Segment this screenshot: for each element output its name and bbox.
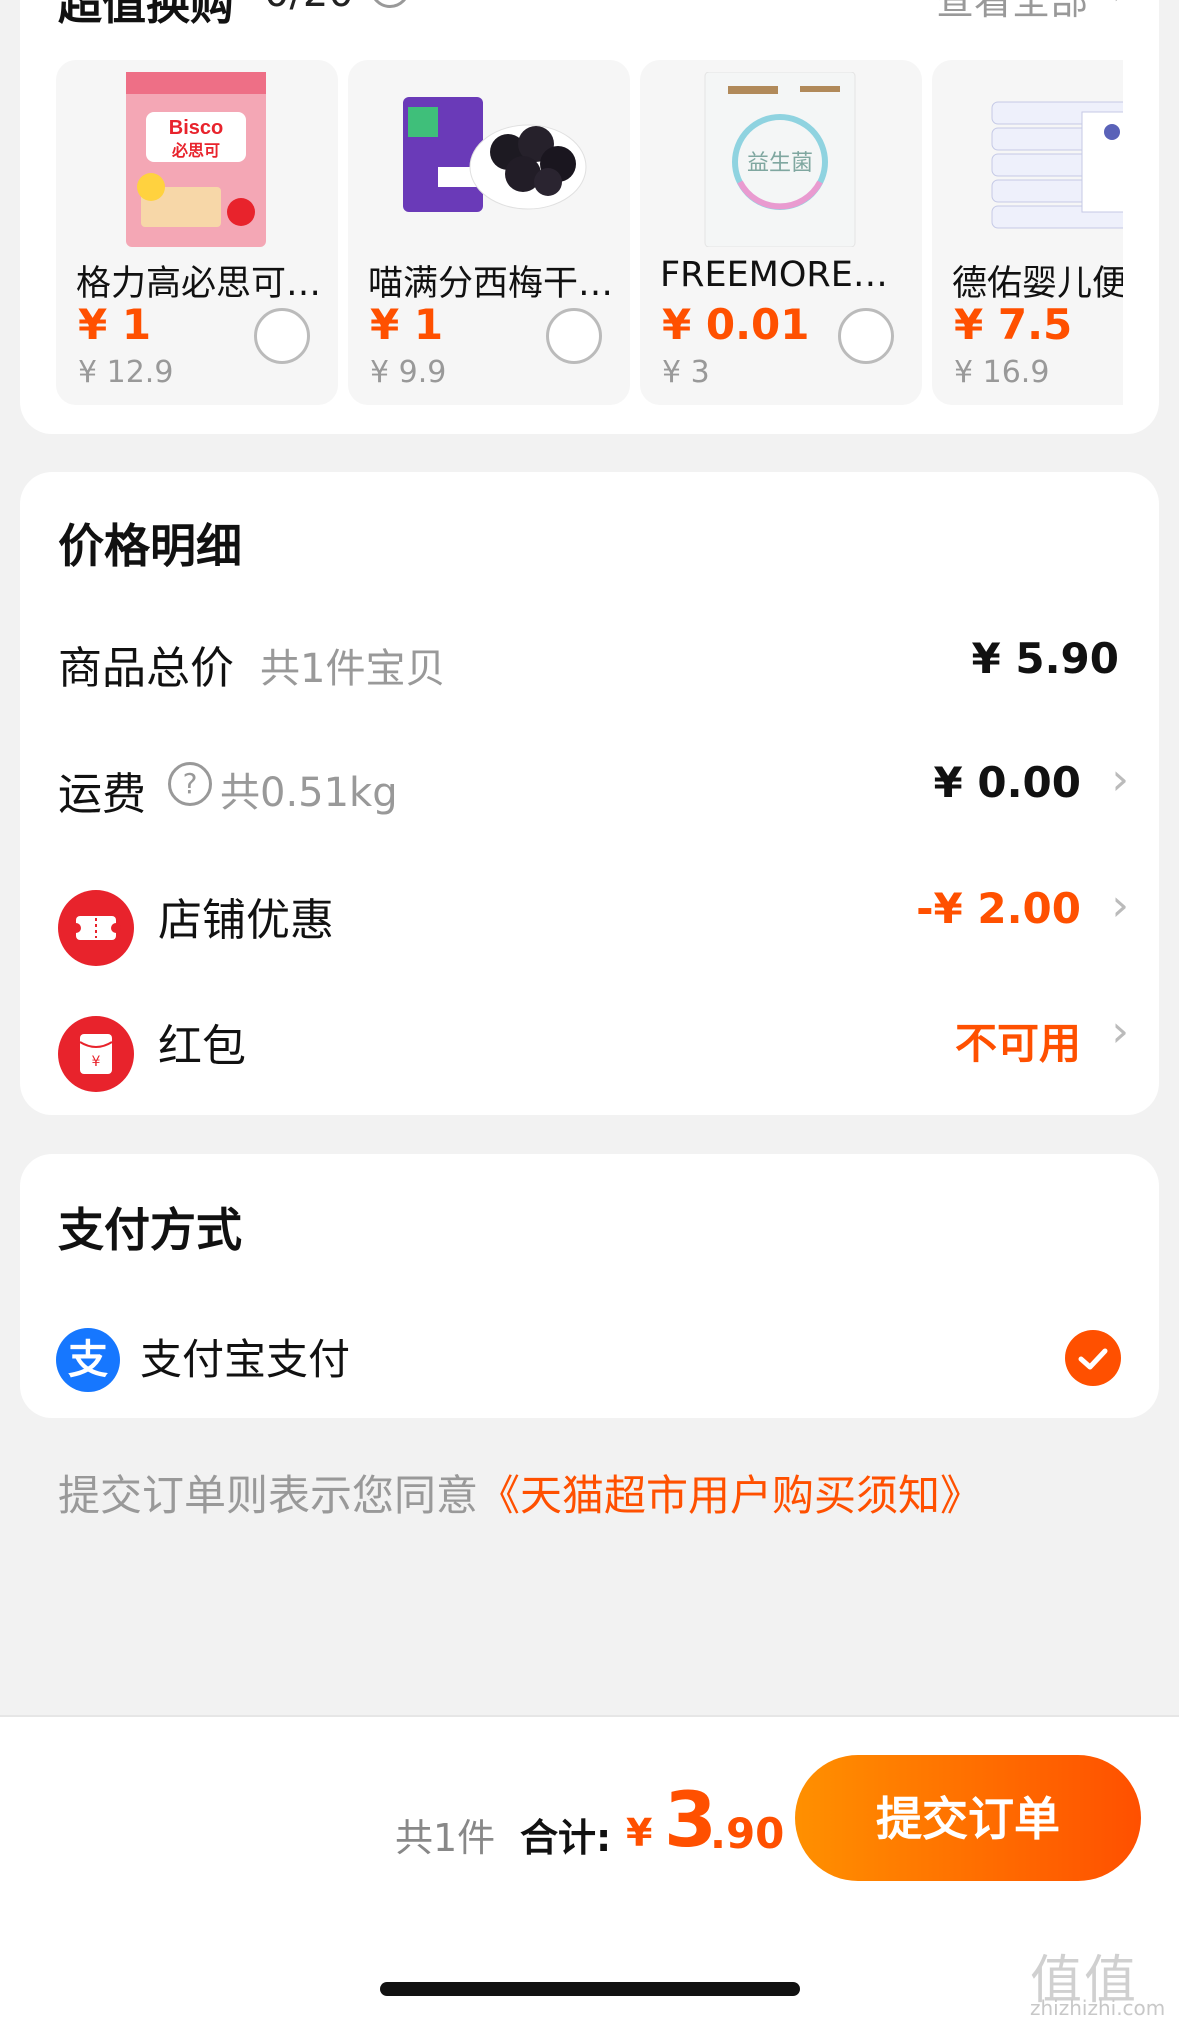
wipes-product-image bbox=[991, 101, 1123, 229]
deal-original-price: ¥ 12.9 bbox=[78, 355, 174, 390]
chevron-right-icon: › bbox=[1111, 754, 1129, 805]
agreement-prefix: 提交订单则表示您同意 bbox=[58, 1471, 479, 1520]
price-detail-title: 价格明细 bbox=[58, 519, 242, 573]
chevron-right-icon: › bbox=[1111, 880, 1129, 931]
subtotal-value: ¥ 5.90 bbox=[971, 634, 1119, 683]
probiotic-product-image: 益生菌 bbox=[704, 72, 856, 247]
deal-price: ¥ 0.01 bbox=[662, 300, 810, 349]
deal-item[interactable]: 喵满分西梅干… ¥ 1 ¥ 9.9 bbox=[348, 60, 630, 405]
red-packet-label: 红包 bbox=[158, 1021, 246, 1072]
deal-original-price: ¥ 9.9 bbox=[370, 355, 447, 390]
agreement-link[interactable]: 《天猫超市用户购买须知》 bbox=[478, 1471, 982, 1520]
alipay-icon: 支 bbox=[56, 1328, 120, 1392]
price-detail-card: 价格明细 商品总价 共1件宝贝 ¥ 5.90 运费 ? 共0.51kg ¥ 0.… bbox=[20, 472, 1159, 1115]
red-packet-icon: ¥ bbox=[58, 1016, 134, 1092]
chevron-right-icon: › bbox=[1111, 1006, 1129, 1057]
payment-card: 支付方式 支 支付宝支付 bbox=[20, 1154, 1159, 1418]
deal-name: FREEMORE… bbox=[660, 255, 888, 295]
svg-text:Bisco: Bisco bbox=[169, 117, 223, 139]
prunes-product-image bbox=[403, 97, 587, 212]
deal-original-price: ¥ 16.9 bbox=[954, 355, 1050, 390]
deal-name: 喵满分西梅干… bbox=[368, 264, 614, 304]
deal-select-radio[interactable] bbox=[254, 308, 310, 364]
red-packet-value: 不可用 bbox=[954, 1019, 1081, 1068]
home-indicator[interactable] bbox=[380, 1982, 800, 1996]
shipping-weight: 共0.51kg bbox=[220, 770, 398, 816]
deal-name: 格力高必思可… bbox=[76, 264, 322, 304]
watermark: 值值值 zhizhizhi.com bbox=[1030, 1938, 1174, 2020]
subtotal-label: 商品总价 bbox=[58, 643, 234, 694]
deal-select-radio[interactable] bbox=[838, 308, 894, 364]
total-decimal: .90 bbox=[710, 1809, 785, 1858]
total-label: 合计: bbox=[520, 1816, 612, 1860]
deal-price: ¥ 1 bbox=[370, 300, 444, 349]
deals-list[interactable]: Bisco 必思可 格力高必思可… ¥ 1 ¥ 12.9 喵满分西梅干… ¥ 1… bbox=[56, 60, 1123, 405]
deals-header: 超值换购 0/20 ? 查看全部 › bbox=[58, 0, 1128, 30]
checkout-page: 超值换购 0/20 ? 查看全部 › Bisco 必思可 格力高必思可… ¥ 1… bbox=[0, 0, 1179, 2020]
deal-item[interactable]: Bisco 必思可 格力高必思可… ¥ 1 ¥ 12.9 bbox=[56, 60, 338, 405]
svg-text:益生菌: 益生菌 bbox=[747, 151, 813, 176]
view-all-link[interactable]: 查看全部 bbox=[936, 0, 1088, 25]
deal-price: ¥ 1 bbox=[78, 300, 152, 349]
help-icon[interactable]: ? bbox=[370, 0, 410, 8]
deal-item[interactable]: 德佑婴儿便 ¥ 7.5 ¥ 16.9 bbox=[932, 60, 1123, 405]
deals-title: 超值换购 bbox=[58, 0, 234, 30]
deals-count: 0/20 bbox=[264, 0, 354, 16]
coupon-icon bbox=[58, 890, 134, 966]
shop-discount-label: 店铺优惠 bbox=[158, 895, 334, 946]
svg-text:¥: ¥ bbox=[92, 1054, 101, 1070]
agreement-text: 提交订单则表示您同意《天猫超市用户购买须知》 bbox=[58, 1462, 982, 1523]
subtotal-item-count: 共1件宝贝 bbox=[260, 646, 446, 692]
submit-order-button[interactable]: 提交订单 bbox=[795, 1755, 1141, 1881]
svg-text:必思可: 必思可 bbox=[171, 141, 220, 160]
deal-select-radio[interactable] bbox=[546, 308, 602, 364]
deal-price: ¥ 7.5 bbox=[954, 300, 1073, 349]
question-icon[interactable]: ? bbox=[168, 762, 212, 806]
shop-discount-value: -¥ 2.00 bbox=[916, 884, 1081, 933]
shipping-label: 运费 bbox=[58, 769, 146, 820]
bisco-product-image: Bisco 必思可 bbox=[126, 72, 266, 247]
total-currency: ¥ bbox=[626, 1811, 653, 1855]
total-integer: 3 bbox=[664, 1775, 717, 1864]
deal-item[interactable]: 益生菌 FREEMORE… ¥ 0.01 ¥ 3 bbox=[640, 60, 922, 405]
payment-title: 支付方式 bbox=[58, 1203, 242, 1257]
chevron-right-icon: › bbox=[1112, 0, 1128, 14]
checkmark-icon[interactable] bbox=[1065, 1330, 1121, 1386]
shipping-value: ¥ 0.00 bbox=[933, 758, 1081, 807]
deal-name: 德佑婴儿便 bbox=[952, 264, 1123, 304]
deal-original-price: ¥ 3 bbox=[662, 355, 710, 390]
item-count: 共1件 bbox=[395, 1816, 496, 1860]
alipay-label: 支付宝支付 bbox=[140, 1335, 351, 1384]
checkout-bar: 共1件 合计: ¥ 3 .90 提交订单 bbox=[0, 1715, 1179, 2020]
watermark-url: zhizhizhi.com bbox=[1030, 1996, 1166, 2020]
